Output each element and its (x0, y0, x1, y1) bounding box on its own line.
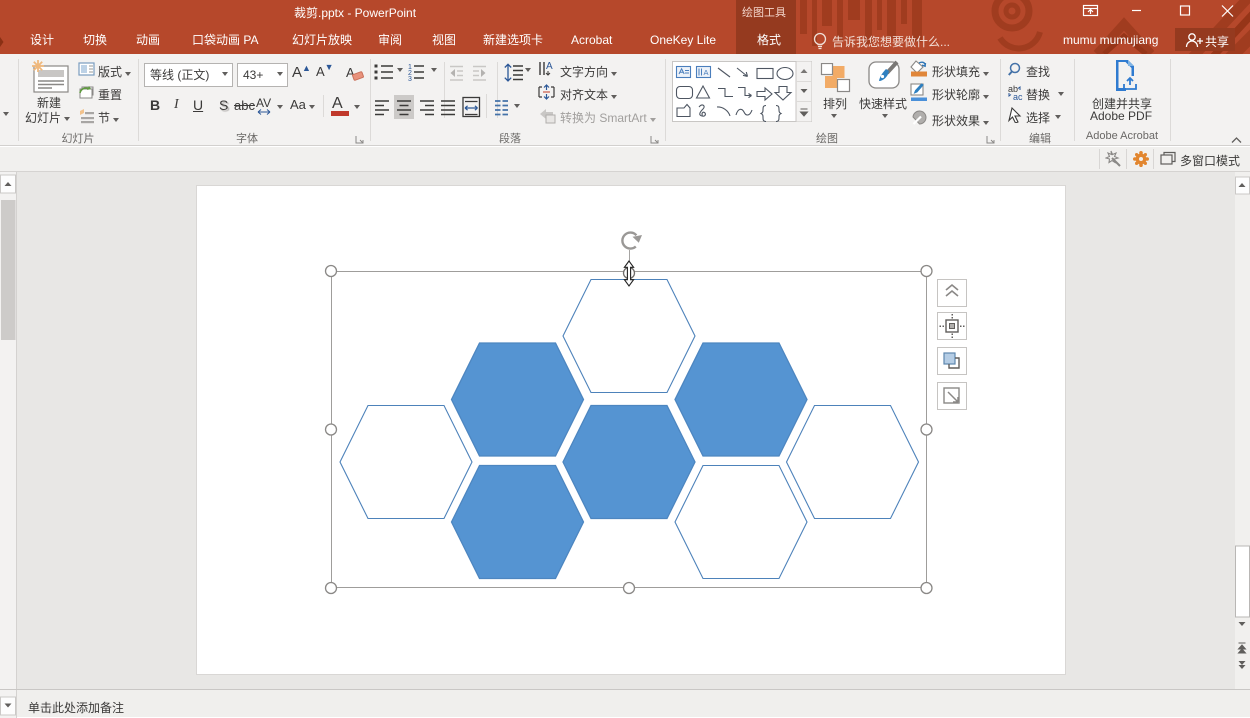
svg-text:3: 3 (408, 76, 412, 83)
svg-text:A: A (704, 68, 709, 77)
svg-text:A: A (546, 61, 553, 72)
svg-text:ac: ac (1013, 92, 1023, 100)
svg-text:AV: AV (256, 96, 271, 110)
